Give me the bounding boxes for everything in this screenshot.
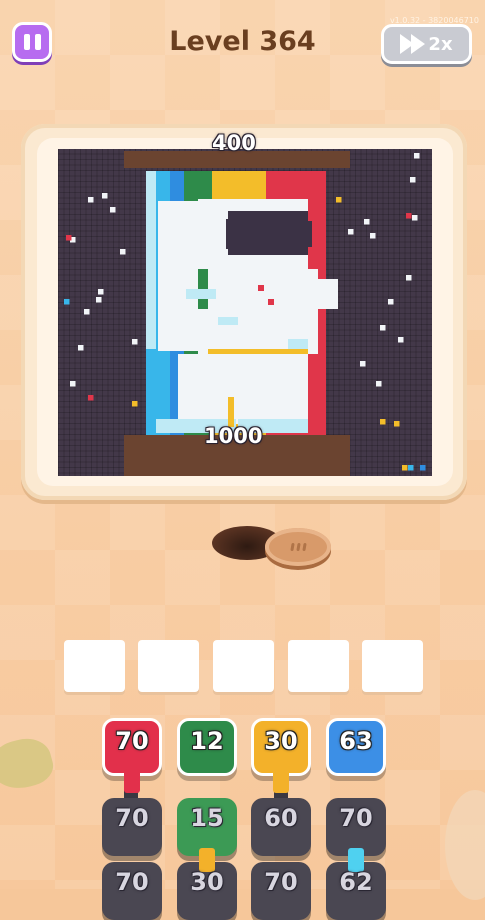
shooter-tile-green[interactable]: 12 [177,718,237,776]
shooter-tile-red[interactable]: 70 [102,718,162,793]
fast-forward-icon [400,34,426,54]
tile-count: 62 [339,868,373,896]
astronaut-visor [306,221,312,247]
shooter-tile-blue[interactable]: 63 [326,718,386,776]
colored-pixel [336,197,342,203]
queued-tile[interactable]: 70 [251,862,311,920]
star-pixel [360,361,366,367]
star-pixel [78,345,84,351]
queue-slot-4[interactable] [288,640,349,692]
chest-button [258,285,264,291]
queued-tile[interactable]: 70 [102,862,162,920]
star-pixel [414,153,420,159]
tile-count: 70 [115,868,149,896]
suit-belt [208,349,308,354]
tile-count: 70 [115,727,149,755]
star-pixel [348,229,354,235]
astronaut-legs [178,354,308,424]
star-pixel [120,249,126,255]
star-pixel [96,297,102,303]
colored-pixel [132,401,138,407]
top-block-count: 400 [212,131,256,155]
speed-label: 2x [428,33,453,55]
tile-count: 12 [190,727,224,755]
colored-pixel [394,421,400,427]
astronaut-visor [228,211,308,255]
queue-slot-2[interactable] [138,640,199,692]
queued-tile[interactable]: 60 [251,798,311,856]
queued-tile[interactable]: 30 [177,848,237,920]
colored-pixel [64,299,70,305]
suit-strap [228,397,234,427]
star-pixel [398,337,404,343]
star-pixel [376,381,382,387]
astronaut-arm [298,279,338,309]
tile-count: 63 [339,727,373,755]
queued-tile[interactable]: 62 [326,848,386,920]
hole-lid-button[interactable] [265,528,331,566]
suit-shading [288,339,308,349]
star-pixel [70,381,76,387]
star-pixel [410,177,416,183]
star-pixel [84,309,90,315]
colored-pixel [406,213,412,219]
speed-toggle-button[interactable]: 2x [381,24,472,64]
star-pixel [132,339,138,345]
bottom-block-count: 1000 [204,424,263,448]
shooter-tile-yellow[interactable]: 30 [251,718,311,793]
queue-slot-3[interactable] [213,640,274,692]
suit-shading [218,317,238,325]
star-pixel [388,299,394,305]
star-pixel [412,215,418,221]
colored-pixel [402,465,408,471]
colored-pixel [408,465,414,471]
colored-pixel [380,419,386,425]
tile-count: 70 [264,868,298,896]
star-pixel [380,325,386,331]
colored-pixel [66,235,72,241]
star-pixel [110,207,116,213]
queued-tile[interactable]: 70 [102,798,162,856]
colored-pixel [420,465,426,471]
tile-count: 60 [264,804,298,832]
tile-count: 15 [190,804,224,832]
tile-count: 70 [115,804,149,832]
star-pixel [406,275,412,281]
nozzle-icon [124,769,140,793]
astronaut-body [158,201,198,351]
nozzle-icon [273,769,289,793]
tile-count: 70 [339,804,373,832]
queue-slot-5[interactable] [362,640,423,692]
star-pixel [98,289,104,295]
star-pixel [88,197,94,203]
colored-pixel [88,395,94,401]
star-pixel [364,219,370,225]
star-pixel [370,233,376,239]
star-pixel [102,193,108,199]
astronaut-visor [226,219,234,249]
suit-shading [186,289,216,299]
rainbow-stripe [146,349,156,435]
tile-count: 30 [190,868,224,896]
tile-count: 30 [264,727,298,755]
chest-button [268,299,274,305]
queue-slot-1[interactable] [64,640,125,692]
